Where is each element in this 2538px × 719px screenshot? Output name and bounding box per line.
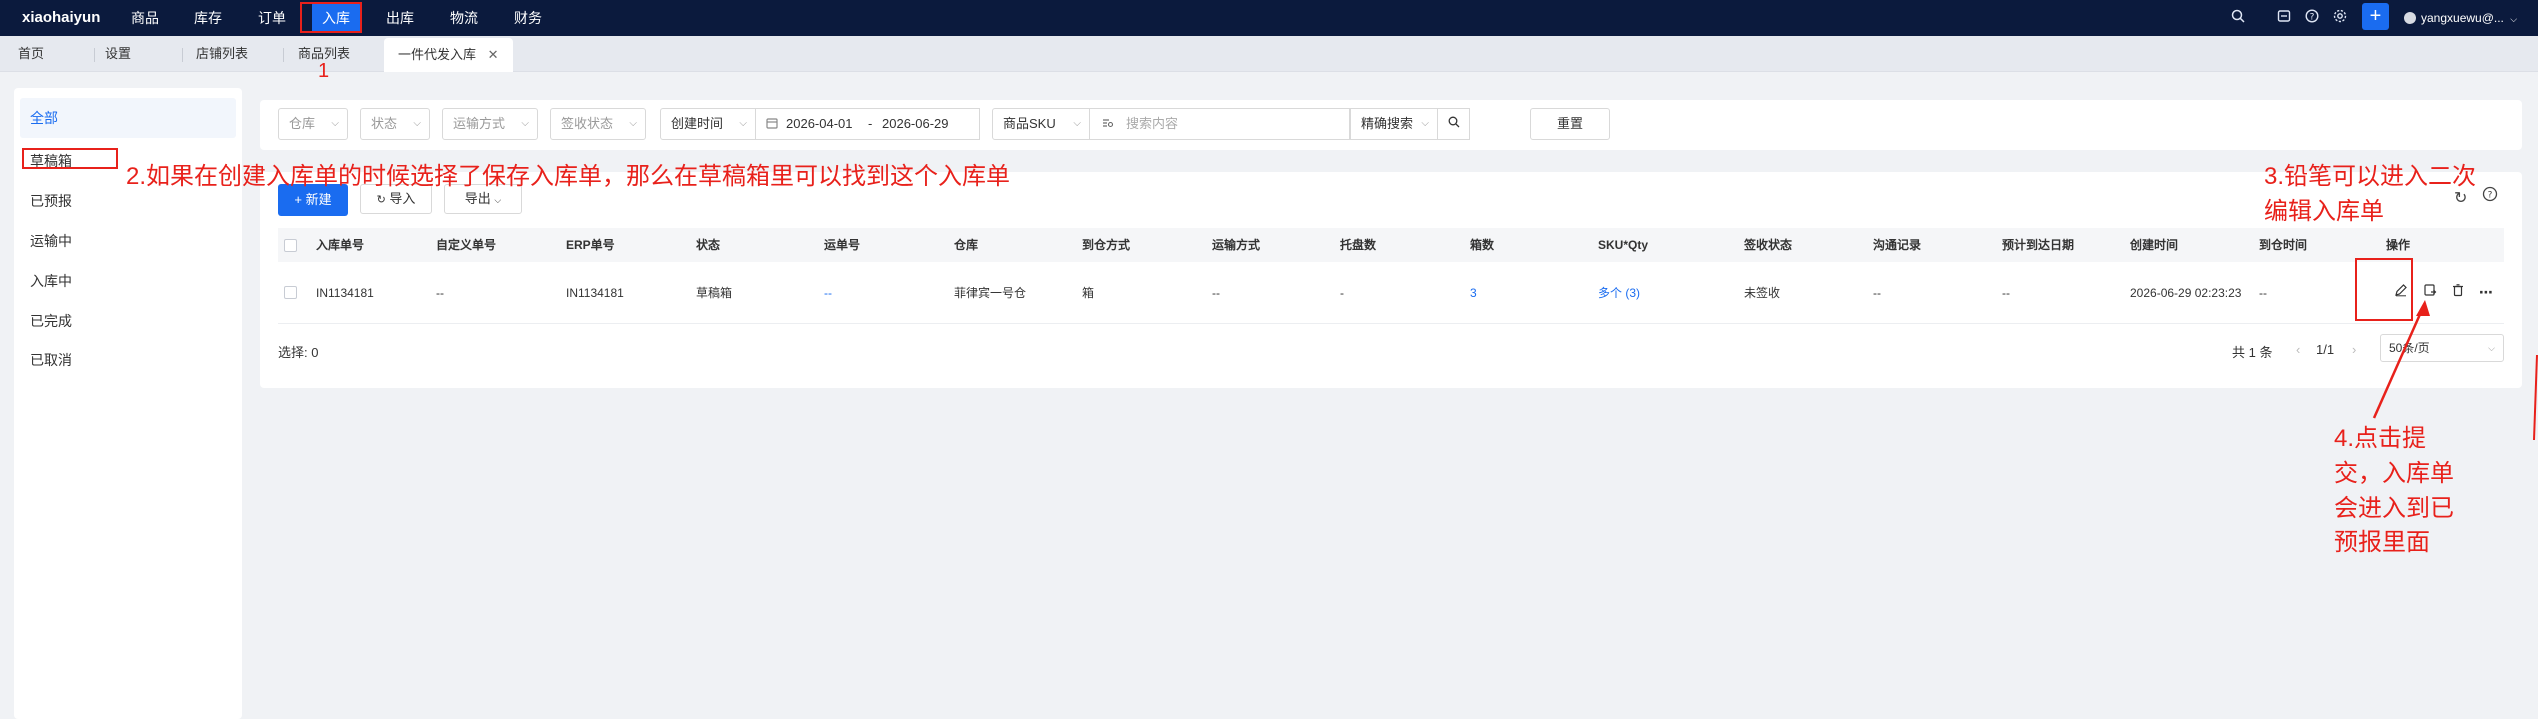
arrow-edge — [2533, 354, 2538, 441]
annotation-arrows — [2372, 300, 2538, 441]
arrow-head — [2416, 300, 2430, 316]
arrow-to-submit — [2372, 302, 2427, 419]
